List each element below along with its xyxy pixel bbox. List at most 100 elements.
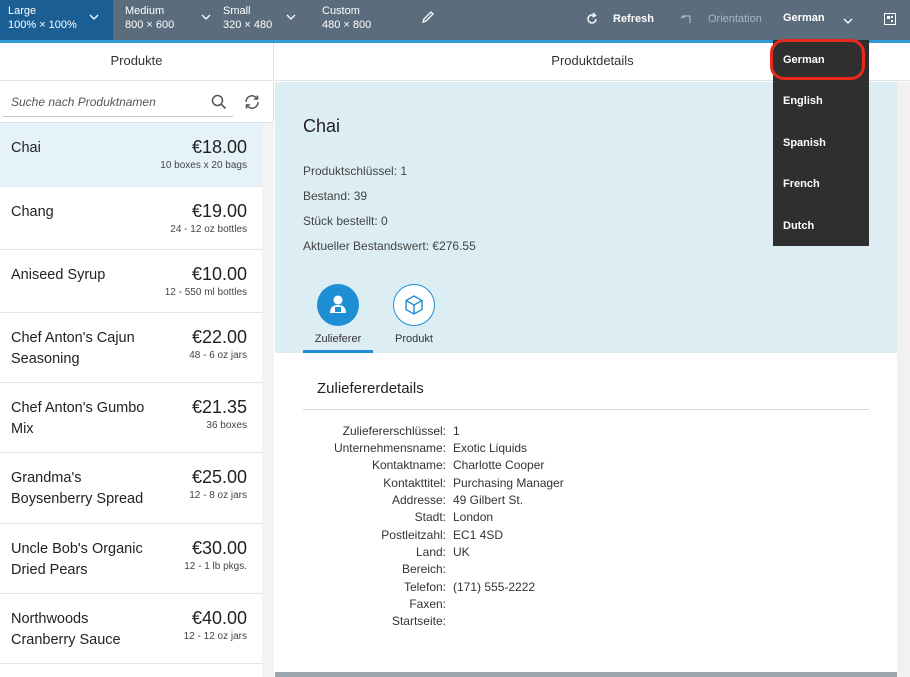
pencil-icon[interactable]	[421, 10, 435, 29]
refresh-label: Refresh	[613, 13, 654, 25]
product-name: Chef Anton's Gumbo Mix	[11, 400, 145, 437]
field-label: Kontaktname:	[371, 458, 446, 472]
device-custom-size: 480 × 800	[322, 19, 372, 31]
product-box-icon	[393, 284, 435, 326]
field-label: Telefon:	[403, 580, 446, 594]
product-list: Chai €18.00 10 boxes x 20 bags Chang €19…	[0, 123, 262, 664]
device-medium-label: Medium	[125, 5, 165, 17]
device-large-button[interactable]: Large 100% × 100%	[0, 0, 113, 40]
form-row-contact-name: Kontaktname: Charlotte Cooper	[275, 458, 875, 475]
refresh-icon	[587, 12, 597, 24]
form-row-country: Land: UK	[275, 545, 875, 562]
product-price: €30.00	[191, 538, 247, 558]
form-row-phone: Telefon: (171) 555-2222	[275, 580, 875, 597]
product-master-list: Chai €18.00 10 boxes x 20 bags Chang €19…	[0, 82, 274, 677]
product-name: Chef Anton's Cajun Seasoning	[11, 330, 135, 367]
form-row-city: Stadt: London	[275, 510, 875, 527]
section-divider	[303, 409, 869, 410]
product-price: €19.00	[191, 201, 247, 221]
chevron-down-icon[interactable]	[843, 13, 853, 31]
device-small-button[interactable]: Small 320 × 480	[215, 0, 314, 40]
product-name: Chai	[11, 140, 41, 156]
field-label: Addresse:	[391, 493, 446, 507]
list-item[interactable]: Uncle Bob's Organic Dried Pears €30.00 1…	[0, 524, 262, 594]
product-unit: 12 - 1 lb pkgs.	[184, 561, 247, 572]
product-title: Chai	[303, 116, 341, 136]
language-option-english[interactable]: English	[783, 95, 823, 107]
product-price: €40.00	[191, 608, 247, 628]
product-price: €25.00	[191, 467, 247, 487]
field-value: (171) 555-2222	[453, 580, 536, 594]
language-option-spanish[interactable]: Spanish	[783, 137, 826, 149]
product-name: Aniseed Syrup	[11, 267, 106, 283]
device-custom-button[interactable]: Custom 480 × 800	[314, 0, 414, 40]
form-row-contact-title: Kontakttitel: Purchasing Manager	[275, 476, 875, 493]
orientation-label: Orientation	[708, 13, 762, 25]
qr-code-icon[interactable]	[884, 12, 896, 30]
product-price: €18.00	[191, 137, 247, 157]
master-header: Produkte	[0, 43, 274, 81]
tab-supplier[interactable]: Zulieferer	[303, 284, 373, 354]
highlight-annotation-circle	[770, 39, 865, 80]
device-toolbar: Large 100% × 100% Medium 800 × 600 Small…	[0, 0, 910, 43]
form-row-fax: Faxen:	[275, 597, 875, 614]
field-value: London	[453, 510, 494, 524]
list-item[interactable]: Aniseed Syrup €10.00 12 - 550 ml bottles	[0, 250, 262, 313]
orientation-button[interactable]: Orientation	[680, 12, 762, 29]
detail-scrollbar[interactable]	[897, 82, 910, 677]
product-unit: 36 boxes	[206, 420, 247, 431]
field-value: 1	[453, 424, 460, 438]
language-select[interactable]: German	[783, 12, 825, 24]
field-label: Stadt:	[414, 510, 446, 524]
product-price: €10.00	[191, 264, 247, 284]
field-label: Kontakttitel:	[383, 476, 446, 490]
field-value: 49 Gilbert St.	[453, 493, 524, 507]
list-item[interactable]: Chai €18.00 10 boxes x 20 bags	[0, 123, 262, 187]
refresh-icon[interactable]	[243, 93, 261, 116]
list-item[interactable]: Chef Anton's Cajun Seasoning €22.00 48 -…	[0, 313, 262, 383]
tab-product-label: Produkt	[395, 333, 433, 345]
section-title: Zuliefererdetails	[317, 380, 424, 397]
form-row-homepage: Startseite:	[275, 614, 875, 631]
rotate-icon	[680, 15, 691, 23]
supplier-icon	[317, 284, 359, 326]
list-item[interactable]: Northwoods Cranberry Sauce €40.00 12 - 1…	[0, 594, 262, 664]
language-option-french[interactable]: French	[783, 178, 820, 190]
product-unit: 48 - 6 oz jars	[189, 350, 247, 361]
form-row-postal-code: Postleitzahl: EC1 4SD	[275, 528, 875, 545]
form-row-supplier-key: Zuliefererschlüssel: 1	[275, 424, 875, 441]
attribute-stock: Bestand: 39	[303, 189, 368, 203]
product-price: €22.00	[191, 327, 247, 347]
field-value: Charlotte Cooper	[453, 458, 545, 472]
list-item[interactable]: Chang €19.00 24 - 12 oz bottles	[0, 187, 262, 250]
device-custom-label: Custom	[322, 5, 360, 17]
tab-product[interactable]: Produkt	[379, 284, 449, 354]
attribute-units-ordered: Stück bestellt: 0	[303, 214, 388, 228]
language-option-dutch[interactable]: Dutch	[783, 220, 814, 232]
supplier-details-section: Zuliefererdetails Zuliefererschlüssel: 1…	[275, 353, 897, 677]
chevron-down-icon	[286, 12, 296, 22]
field-label: Land:	[415, 545, 446, 559]
field-value: Purchasing Manager	[453, 476, 564, 490]
device-medium-button[interactable]: Medium 800 × 600	[117, 0, 215, 40]
search-icon[interactable]	[211, 94, 227, 115]
field-label: Startseite:	[391, 614, 446, 628]
form-row-company-name: Unternehmensname: Exotic Liquids	[275, 441, 875, 458]
field-label: Postleitzahl:	[381, 528, 446, 542]
field-value: Exotic Liquids	[453, 441, 528, 455]
field-label: Bereich:	[401, 562, 446, 576]
product-name: Chang	[11, 204, 54, 220]
product-price: €21.35	[191, 397, 247, 417]
product-unit: 12 - 12 oz jars	[183, 631, 247, 642]
list-item[interactable]: Grandma's Boysenberry Spread €25.00 12 -…	[0, 453, 262, 524]
product-name: Uncle Bob's Organic Dried Pears	[11, 541, 143, 578]
chevron-down-icon	[89, 12, 99, 22]
list-scrollbar[interactable]	[262, 123, 274, 677]
product-name: Grandma's Boysenberry Spread	[11, 470, 144, 507]
attribute-product-key: Produktschlüssel: 1	[303, 164, 408, 178]
list-item[interactable]: Chef Anton's Gumbo Mix €21.35 36 boxes	[0, 383, 262, 453]
product-unit: 12 - 550 ml bottles	[164, 287, 247, 298]
field-value: EC1 4SD	[453, 528, 504, 542]
search-input[interactable]	[3, 88, 233, 117]
form-row-region: Bereich:	[275, 562, 875, 579]
